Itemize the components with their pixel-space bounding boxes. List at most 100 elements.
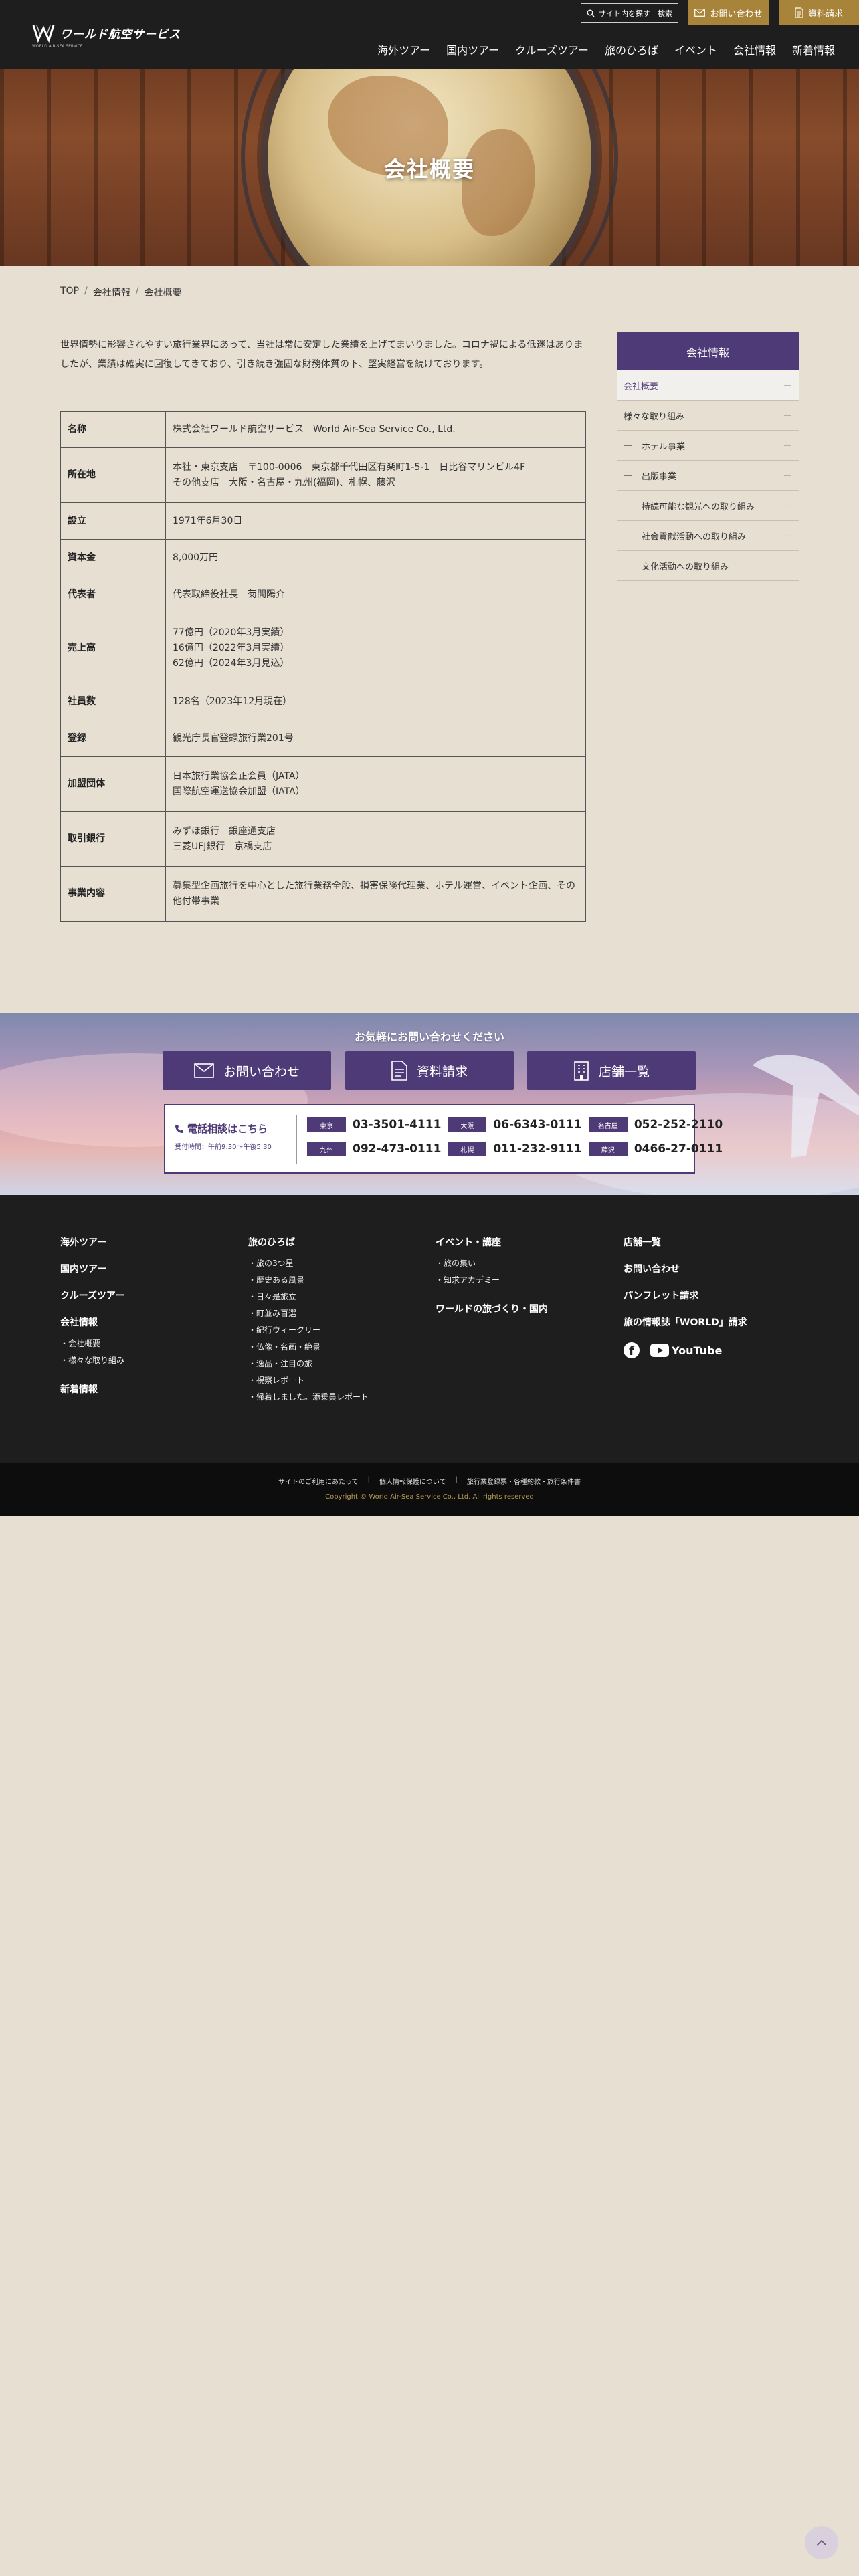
footer-company-sublist: 会社概要 様々な取り組み — [60, 1335, 124, 1369]
breadcrumb-separator: / — [84, 286, 88, 296]
footer-link-news[interactable]: 新着情報 — [60, 1382, 124, 1396]
phone-number[interactable]: 0466-27-0111 — [634, 1142, 723, 1156]
footer-link-travel-plaza[interactable]: 旅のひろば — [248, 1235, 369, 1249]
sidebar-item-label: 様々な取り組み — [624, 411, 685, 422]
phone-number[interactable]: 052-252-2110 — [634, 1118, 723, 1132]
nav-travel-plaza[interactable]: 旅のひろば — [597, 41, 666, 58]
intro-text: 世界情勢に影響されやすい旅行業界にあって、当社は常に安定した業績を上げてまいりま… — [60, 340, 583, 370]
phone-number[interactable]: 011-232-9111 — [493, 1142, 581, 1156]
phone-entry[interactable]: 大阪 06-6343-0111 — [448, 1117, 582, 1132]
phone-entry[interactable]: 東京 03-3501-4111 — [307, 1117, 441, 1132]
phone-entry[interactable]: 九州 092-473-0111 — [307, 1142, 441, 1156]
row-value: 1971年6月30日 — [165, 502, 586, 540]
footer-sublink[interactable]: 町並み百選 — [248, 1305, 369, 1322]
footer-link-contact[interactable]: お問い合わせ — [624, 1262, 747, 1275]
contact-stores-button[interactable]: 店舗一覧 — [527, 1051, 696, 1090]
back-to-top-button[interactable] — [805, 2526, 838, 2559]
breadcrumb-company-info[interactable]: 会社情報 — [93, 286, 130, 299]
dash-icon: ― — [624, 500, 632, 511]
footer-link-company[interactable]: 会社情報 — [60, 1315, 124, 1329]
contact-stores-label: 店舗一覧 — [598, 1064, 650, 1079]
footer-sublink[interactable]: 様々な取り組み — [60, 1352, 124, 1369]
footer-link-domestic[interactable]: 国内ツアー — [60, 1262, 124, 1275]
legal-link-privacy[interactable]: 個人情報保護について — [379, 1476, 446, 1486]
phone-entry[interactable]: 札幌 011-232-9111 — [448, 1142, 582, 1156]
table-row: 売上高 77億円（2020年3月実績） 16億円（2022年3月実績） 62億円（… — [60, 613, 586, 683]
footer-link-overseas[interactable]: 海外ツアー — [60, 1235, 124, 1249]
footer-sublink[interactable]: 旅の集い — [436, 1255, 548, 1272]
footer-sublink[interactable]: 日々是旅立 — [248, 1289, 369, 1305]
hero-banner: 会社概要 — [0, 69, 859, 266]
site-search[interactable]: サイト内を探す 検索 — [581, 3, 678, 23]
row-key: 売上高 — [60, 613, 166, 683]
facebook-icon[interactable]: f — [624, 1342, 640, 1358]
legal-link-registration[interactable]: 旅行業登録票・各種約款・旅行条件書 — [467, 1476, 581, 1486]
legal-separator: | — [367, 1476, 370, 1483]
table-row: 名称 株式会社ワールド航空サービス World Air-Sea Service C… — [60, 411, 586, 448]
footer-sublink[interactable]: 旅の3つ星 — [248, 1255, 369, 1272]
site-logo[interactable]: ワールド航空サービス WORLD AIR-SEA SERVICE — [32, 23, 181, 49]
airplane-icon — [753, 1055, 859, 1158]
footer-sublink[interactable]: 逸品・注目の旅 — [248, 1356, 369, 1372]
search-button[interactable]: 検索 — [658, 8, 672, 19]
sidebar-item-cultural-activities[interactable]: ― 文化活動への取り組み — [617, 551, 799, 581]
phone-entry[interactable]: 藤沢 0466-27-0111 — [588, 1142, 723, 1156]
sidebar-item-initiatives[interactable]: 様々な取り組み ― — [617, 401, 799, 431]
footer-sublink[interactable]: 帰着しました。添乗員レポート — [248, 1389, 369, 1406]
table-row: 資本金 8,000万円 — [60, 539, 586, 576]
footer-sublink[interactable]: 視察レポート — [248, 1372, 369, 1389]
footer-sublink[interactable]: 仏像・名画・絶景 — [248, 1339, 369, 1356]
footer-link-tour-making[interactable]: ワールドの旅づくり・国内 — [436, 1302, 548, 1315]
footer-sublink[interactable]: 紀行ウィークリー — [248, 1322, 369, 1339]
city-badge: 東京 — [307, 1117, 346, 1132]
search-input[interactable]: サイト内を探す — [599, 8, 654, 19]
phone-entry[interactable]: 名古屋 052-252-2110 — [588, 1117, 723, 1132]
header-docs-button[interactable]: 資料請求 — [779, 0, 859, 25]
header-contact-button[interactable]: お問い合わせ — [688, 0, 769, 25]
nav-domestic-tours[interactable]: 国内ツアー — [438, 41, 507, 58]
nav-overseas-tours[interactable]: 海外ツアー — [369, 41, 438, 58]
row-value: みずほ銀行 銀座通支店 三菱UFJ銀行 京橋支店 — [165, 811, 586, 867]
city-badge: 名古屋 — [588, 1117, 628, 1132]
sidebar-item-publishing[interactable]: ― 出版事業 ― — [617, 461, 799, 491]
footer-sublink[interactable]: 会社概要 — [60, 1335, 124, 1352]
sidebar-item-social-contribution[interactable]: ― 社会貢献活動への取り組み ― — [617, 521, 799, 551]
footer-link-magazine[interactable]: 旅の情報誌「WORLD」請求 — [624, 1315, 747, 1329]
document-icon — [795, 7, 803, 18]
nav-cruise-tours[interactable]: クルーズツアー — [507, 41, 597, 58]
footer-sublink[interactable]: 歴史ある風景 — [248, 1272, 369, 1289]
phone-number[interactable]: 03-3501-4111 — [353, 1118, 441, 1132]
youtube-link[interactable]: YouTube — [650, 1344, 722, 1357]
sidebar-item-company-overview[interactable]: 会社概要 ― — [617, 370, 799, 401]
mail-icon — [694, 9, 706, 17]
building-icon — [574, 1061, 589, 1081]
header-contact-label: お問い合わせ — [710, 9, 763, 19]
dash-icon: ― — [624, 560, 632, 571]
footer-link-events[interactable]: イベント・講座 — [436, 1235, 548, 1249]
contact-inquiry-label: お問い合わせ — [223, 1064, 300, 1079]
sidebar-title: 会社情報 — [617, 332, 799, 370]
phone-number[interactable]: 092-473-0111 — [353, 1142, 441, 1156]
footer-events-sublist: 旅の集い 知求アカデミー — [436, 1255, 548, 1289]
sidebar-item-sustainable-tourism[interactable]: ― 持続可能な観光への取り組み ― — [617, 491, 799, 521]
footer-link-cruise[interactable]: クルーズツアー — [60, 1289, 124, 1302]
legal-links: サイトのご利用にあたって | 個人情報保護について | 旅行業登録票・各種約款・… — [0, 1476, 859, 1486]
row-value: 観光庁長官登録旅行業201号 — [165, 720, 586, 757]
search-icon — [587, 9, 595, 17]
legal-link-terms[interactable]: サイトのご利用にあたって — [278, 1476, 359, 1486]
breadcrumb-current: 会社概要 — [144, 288, 182, 298]
contact-docs-button[interactable]: 資料請求 — [345, 1051, 514, 1090]
nav-events[interactable]: イベント — [666, 41, 725, 58]
sidebar-item-hotel[interactable]: ― ホテル事業 ― — [617, 431, 799, 461]
breadcrumb-top[interactable]: TOP — [60, 286, 79, 299]
phone-number[interactable]: 06-6343-0111 — [493, 1118, 581, 1132]
arrow-right-icon: ― — [784, 502, 791, 510]
footer-link-stores[interactable]: 店舗一覧 — [624, 1235, 747, 1249]
nav-company-info[interactable]: 会社情報 — [725, 41, 784, 58]
row-key: 設立 — [60, 502, 166, 540]
footer-column-4: 店舗一覧 お問い合わせ パンフレット請求 旅の情報誌「WORLD」請求 f Yo… — [624, 1235, 747, 1358]
footer-sublink[interactable]: 知求アカデミー — [436, 1272, 548, 1289]
contact-inquiry-button[interactable]: お問い合わせ — [163, 1051, 331, 1090]
footer-link-pamphlet[interactable]: パンフレット請求 — [624, 1289, 747, 1302]
nav-news[interactable]: 新着情報 — [784, 41, 843, 58]
